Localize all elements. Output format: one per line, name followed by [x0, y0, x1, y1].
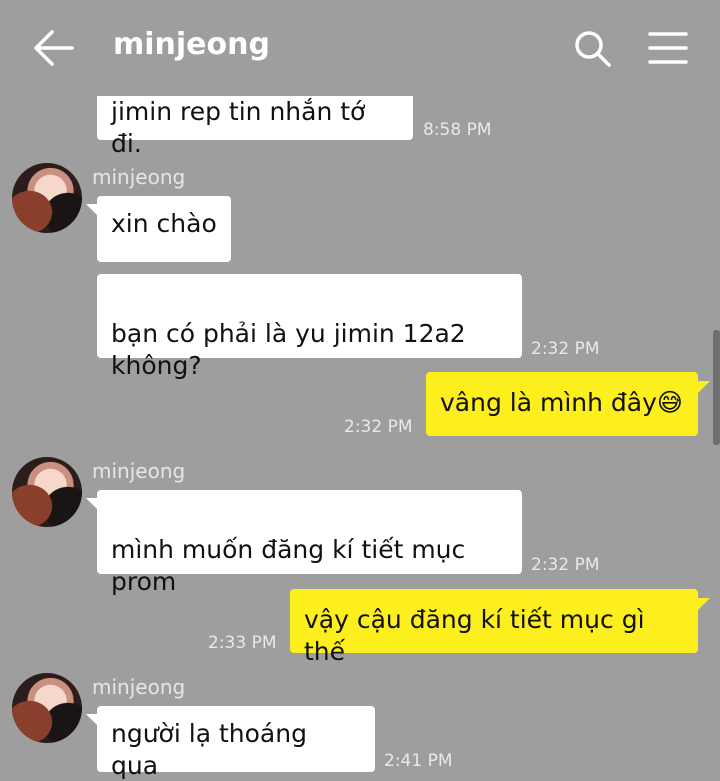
arrow-left-icon: [34, 30, 74, 66]
sender-name: minjeong: [92, 165, 186, 189]
bubble-tail: [698, 598, 710, 610]
sender-name: minjeong: [92, 675, 186, 699]
menu-button[interactable]: [646, 28, 690, 68]
message-bubble[interactable]: xin chào: [97, 196, 231, 262]
message-time: 2:32 PM: [531, 339, 600, 359]
chat-title: minjeong: [113, 27, 270, 62]
message-text: mình muốn đăng kí tiết mục prom: [111, 535, 466, 596]
back-button[interactable]: [30, 28, 78, 68]
scrollbar[interactable]: [713, 330, 720, 445]
message-bubble[interactable]: bạn có phải là yu jimin 12a2 không?: [97, 274, 522, 380]
chat-screen: minjeong jimin rep tin nhắn tớ đi. 8:58 …: [0, 0, 720, 781]
message-text: vâng là mình đây😅: [440, 388, 683, 417]
message-time: 8:58 PM: [423, 120, 492, 140]
avatar[interactable]: [12, 673, 82, 743]
message-time: 2:32 PM: [531, 555, 600, 575]
my-message-bubble[interactable]: vâng là mình đây😅: [426, 372, 698, 436]
search-button[interactable]: [570, 26, 614, 70]
message-text: xin chào: [111, 209, 217, 238]
message-time: 2:33 PM: [208, 633, 277, 653]
message-bubble[interactable]: người lạ thoáng qua: [97, 706, 375, 780]
bubble-tail: [698, 381, 710, 393]
message-time: 2:41 PM: [384, 751, 453, 771]
message-text: jimin rep tin nhắn tớ đi.: [111, 97, 366, 158]
message-text: bạn có phải là yu jimin 12a2 không?: [111, 319, 466, 380]
my-message-bubble[interactable]: vậy cậu đăng kí tiết mục gì thế: [290, 589, 698, 666]
message-bubble[interactable]: mình muốn đăng kí tiết mục prom: [97, 490, 522, 596]
message-text: vậy cậu đăng kí tiết mục gì thế: [304, 605, 645, 666]
hamburger-menu-icon: [648, 32, 688, 64]
message-text: người lạ thoáng qua: [111, 719, 307, 780]
search-icon: [575, 31, 611, 67]
avatar[interactable]: [12, 163, 82, 233]
message-time: 2:32 PM: [344, 417, 413, 437]
chat-header: minjeong: [0, 0, 720, 96]
sender-name: minjeong: [92, 459, 186, 483]
avatar[interactable]: [12, 457, 82, 527]
